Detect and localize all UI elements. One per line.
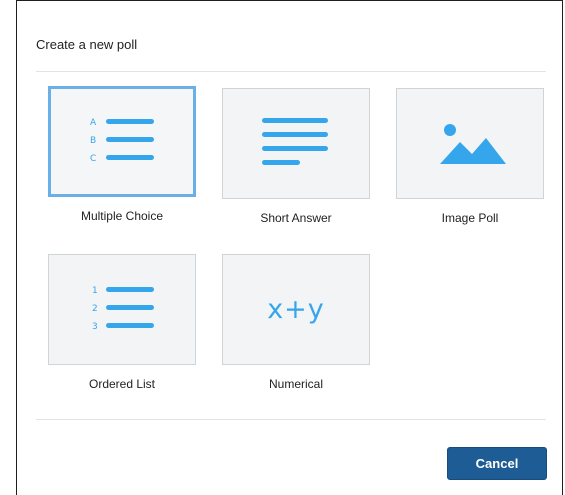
ordered-list-tile[interactable]: 1 2 3 <box>48 254 196 365</box>
image-poll-label: Image Poll <box>441 211 499 225</box>
multiple-choice-icon: A B C <box>90 118 154 164</box>
choice-letter-a: A <box>90 118 97 128</box>
short-answer-tile[interactable] <box>222 88 370 199</box>
ordered-list-icon: 1 2 3 <box>92 286 154 332</box>
numerical-icon: x+y <box>267 294 325 325</box>
dialog-title: Create a new poll <box>36 37 138 52</box>
poll-type-image-poll[interactable]: Image Poll <box>396 88 544 225</box>
image-icon <box>440 123 506 164</box>
list-number-3: 3 <box>92 322 98 332</box>
numerical-tile[interactable]: x+y <box>222 254 370 365</box>
list-number-1: 1 <box>92 286 98 296</box>
title-divider <box>36 71 546 72</box>
footer-divider <box>36 419 546 420</box>
multiple-choice-tile[interactable]: A B C <box>48 86 196 197</box>
choice-letter-c: C <box>90 154 96 164</box>
poll-type-ordered-list[interactable]: 1 2 3 Ordered List <box>48 254 196 391</box>
numerical-label: Numerical <box>268 377 323 391</box>
create-poll-dialog: Create a new poll A B C Multiple Choice <box>16 0 563 495</box>
image-poll-tile[interactable] <box>396 88 544 199</box>
multiple-choice-label: Multiple Choice <box>80 209 164 223</box>
ordered-list-label: Ordered List <box>88 377 156 391</box>
poll-type-numerical[interactable]: x+y Numerical <box>222 254 370 391</box>
list-number-2: 2 <box>92 304 98 314</box>
short-answer-icon <box>262 117 328 165</box>
short-answer-label: Short Answer <box>260 211 332 225</box>
poll-type-short-answer[interactable]: Short Answer <box>222 88 370 225</box>
choice-letter-b: B <box>90 136 96 146</box>
cancel-button[interactable]: Cancel <box>447 447 547 480</box>
poll-type-multiple-choice[interactable]: A B C Multiple Choice <box>48 86 196 223</box>
